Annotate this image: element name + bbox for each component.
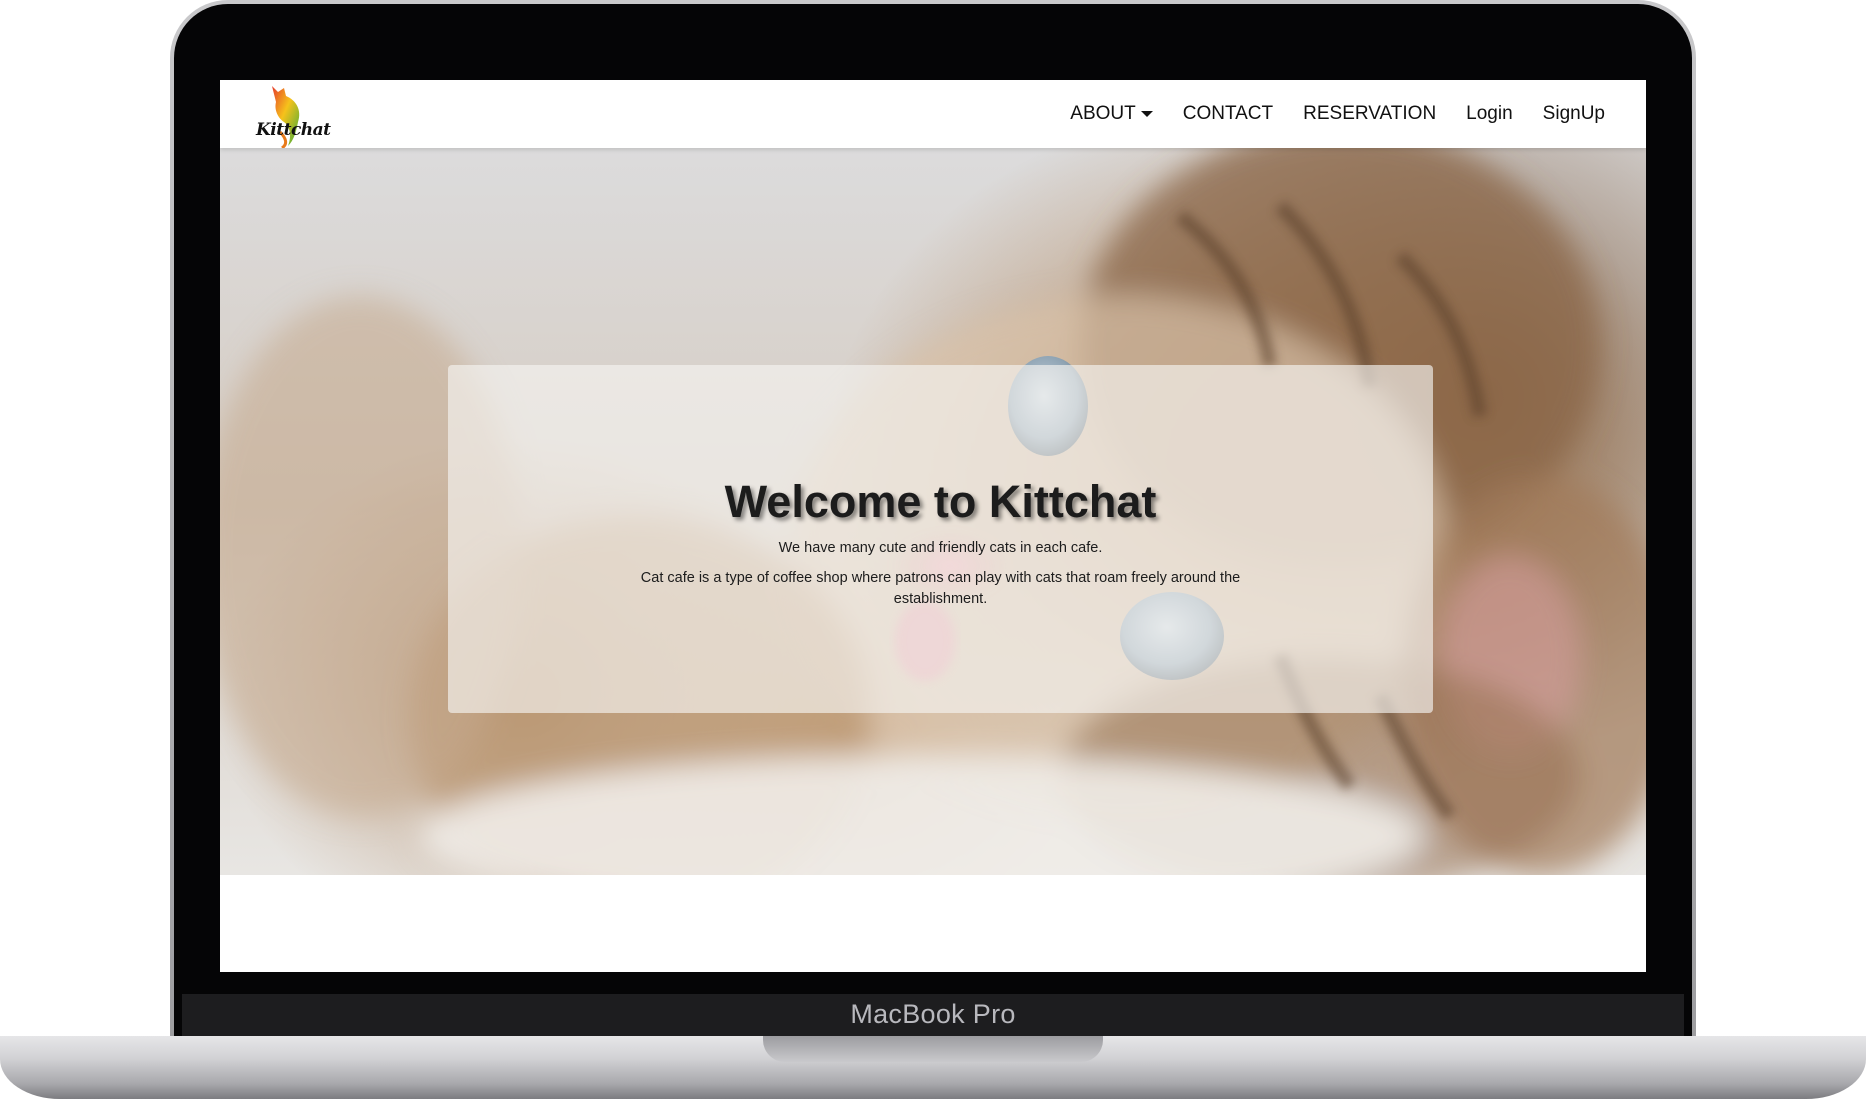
logo-text: Kittchat: [256, 120, 331, 140]
navbar: Kittchat ABOUT CONTACT RESERVATION Login…: [220, 80, 1646, 150]
nav-reservation-label: RESERVATION: [1303, 103, 1437, 124]
nav-login-link[interactable]: Login: [1451, 103, 1528, 125]
nav-signup-label: SignUp: [1542, 103, 1605, 124]
nav-about-dropdown[interactable]: ABOUT: [1055, 103, 1167, 125]
nav-about-label: ABOUT: [1070, 103, 1136, 124]
hero-title: Welcome to Kittchat: [724, 476, 1157, 527]
hero-description: Cat cafe is a type of coffee shop where …: [640, 570, 1241, 607]
hero-tagline: We have many cute and friendly cats in e…: [778, 540, 1103, 556]
screen-bezel: Kittchat ABOUT CONTACT RESERVATION Login…: [174, 4, 1692, 1036]
nav-contact-link[interactable]: CONTACT: [1168, 103, 1288, 125]
laptop-base-notch: [763, 1036, 1103, 1062]
nav-contact-label: CONTACT: [1182, 103, 1274, 124]
nav-signup-link[interactable]: SignUp: [1528, 103, 1620, 125]
device-label: MacBook Pro: [850, 999, 1016, 1029]
browser-viewport: Kittchat ABOUT CONTACT RESERVATION Login…: [220, 80, 1646, 972]
screen-chin: MacBook Pro: [182, 994, 1684, 1036]
welcome-card: Welcome to Kittchat We have many cute an…: [448, 365, 1433, 713]
laptop-lid: Kittchat ABOUT CONTACT RESERVATION Login…: [170, 0, 1696, 1040]
laptop-mockup: Kittchat ABOUT CONTACT RESERVATION Login…: [0, 0, 1866, 1099]
site-logo[interactable]: Kittchat: [236, 82, 331, 150]
nav-login-label: Login: [1466, 103, 1513, 124]
nav-menu: ABOUT CONTACT RESERVATION Login SignUp: [1055, 80, 1620, 148]
nav-reservation-link[interactable]: RESERVATION: [1288, 103, 1451, 125]
hero-section: Welcome to Kittchat We have many cute an…: [220, 136, 1646, 875]
caret-down-icon: [1140, 111, 1153, 117]
